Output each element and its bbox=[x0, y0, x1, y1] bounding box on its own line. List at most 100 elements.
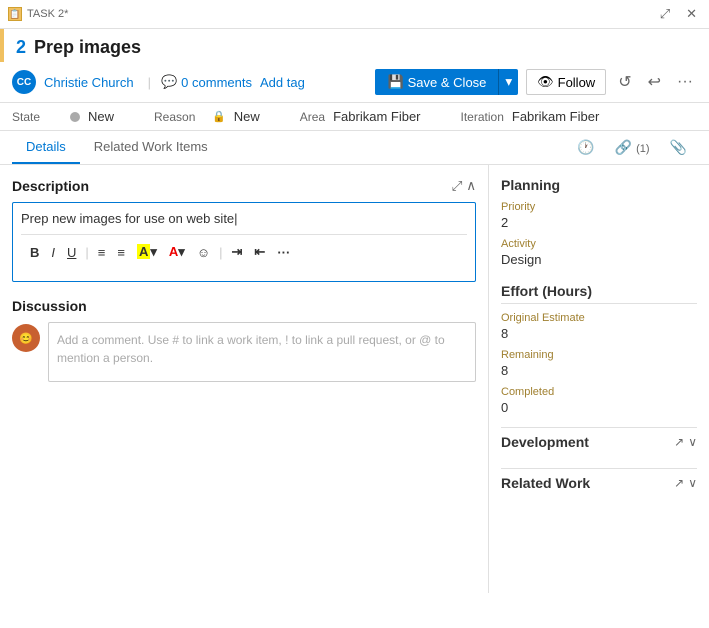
tab-history[interactable]: 🕐 bbox=[567, 131, 604, 164]
link-badge: (1) bbox=[636, 143, 649, 155]
emoji-button[interactable]: ☺ bbox=[192, 242, 215, 263]
activity-value[interactable]: Design bbox=[501, 252, 697, 267]
comments-button[interactable]: 💬 0 comments bbox=[161, 74, 252, 90]
effort-title: Effort (Hours) bbox=[501, 283, 697, 299]
task-title: Prep images bbox=[34, 37, 141, 58]
remaining-value[interactable]: 8 bbox=[501, 363, 697, 378]
priority-value[interactable]: 2 bbox=[501, 215, 697, 230]
tab-related-work-items[interactable]: Related Work Items bbox=[80, 131, 222, 164]
history-icon: 🕐 bbox=[577, 139, 594, 155]
reason-item: Reason 🔒 New bbox=[154, 109, 260, 124]
description-expand-button[interactable]: ⤢ bbox=[452, 178, 463, 194]
align-button[interactable]: ≡ bbox=[93, 242, 111, 263]
reason-label: Reason bbox=[154, 110, 204, 124]
description-box[interactable]: Prep new images for use on web site B I … bbox=[12, 202, 476, 282]
development-header[interactable]: Development ↗ ∨ bbox=[501, 427, 697, 456]
discussion-section: Discussion 😊 Add a comment. Use # to lin… bbox=[12, 298, 476, 382]
development-icons: ↗ ∨ bbox=[674, 435, 697, 449]
comment-icon: 💬 bbox=[161, 74, 177, 90]
development-collapse-icon: ∨ bbox=[688, 435, 697, 449]
effort-divider bbox=[501, 303, 697, 304]
highlight-button[interactable]: A▾ bbox=[132, 241, 162, 263]
close-button[interactable]: ✕ bbox=[682, 4, 701, 24]
bold-button[interactable]: B bbox=[25, 242, 44, 263]
comments-count: 0 comments bbox=[181, 75, 252, 90]
right-panel: Planning Priority 2 Activity Design Effo… bbox=[489, 165, 709, 593]
task-header: 2 Prep images bbox=[0, 29, 709, 62]
area-item: Area Fabrikam Fiber bbox=[300, 109, 421, 124]
completed-label: Completed bbox=[501, 386, 697, 398]
related-work-expand-icon: ↗ bbox=[674, 476, 684, 490]
discussion-input[interactable]: Add a comment. Use # to link a work item… bbox=[48, 322, 476, 382]
more-format-button[interactable]: ··· bbox=[272, 242, 295, 263]
related-work-section: Related Work ↗ ∨ bbox=[501, 468, 697, 497]
related-work-header[interactable]: Related Work ↗ ∨ bbox=[501, 468, 697, 497]
activity-label: Activity bbox=[501, 238, 697, 250]
development-title: Development bbox=[501, 434, 589, 450]
tabs: Details Related Work Items 🕐 🔗 (1) 📎 bbox=[0, 131, 709, 165]
eye-icon: 👁 bbox=[537, 74, 554, 90]
iteration-item: Iteration Fabrikam Fiber bbox=[461, 109, 600, 124]
title-bar-actions: ⤢ ✕ bbox=[656, 4, 701, 24]
follow-button[interactable]: 👁 Follow bbox=[526, 69, 606, 95]
task-title-row: 2 Prep images bbox=[16, 37, 697, 58]
save-icon: 💾 bbox=[387, 74, 403, 90]
state-dot bbox=[70, 112, 80, 122]
undo-button[interactable]: ↩ bbox=[644, 68, 665, 96]
iteration-value[interactable]: Fabrikam Fiber bbox=[512, 109, 599, 124]
list-button[interactable]: ≡ bbox=[112, 242, 130, 263]
description-header: Description ⤢ ∧ bbox=[12, 177, 476, 194]
add-tag-button[interactable]: Add tag bbox=[260, 75, 305, 90]
italic-button[interactable]: I bbox=[46, 242, 60, 263]
original-estimate-value[interactable]: 8 bbox=[501, 326, 697, 341]
related-work-icons: ↗ ∨ bbox=[674, 476, 697, 490]
discussion-avatar: 😊 bbox=[12, 324, 40, 352]
restore-button[interactable]: ⤢ bbox=[656, 4, 674, 24]
tab-details[interactable]: Details bbox=[12, 131, 80, 164]
priority-label: Priority bbox=[501, 201, 697, 213]
state-value[interactable]: New bbox=[88, 109, 114, 124]
tab-attachments[interactable]: 📎 bbox=[660, 131, 697, 164]
description-text[interactable]: Prep new images for use on web site bbox=[21, 211, 467, 226]
related-work-collapse-icon: ∨ bbox=[688, 476, 697, 490]
left-panel: Description ⤢ ∧ Prep new images for use … bbox=[0, 165, 489, 593]
effort-section: Effort (Hours) Original Estimate 8 Remai… bbox=[501, 283, 697, 415]
discussion-input-row: 😊 Add a comment. Use # to link a work it… bbox=[12, 322, 476, 382]
remaining-label: Remaining bbox=[501, 349, 697, 361]
reason-value[interactable]: New bbox=[234, 109, 260, 124]
avatar: CC bbox=[12, 70, 36, 94]
development-expand-icon: ↗ bbox=[674, 435, 684, 449]
area-label: Area bbox=[300, 110, 325, 124]
iteration-label: Iteration bbox=[461, 110, 504, 124]
area-value[interactable]: Fabrikam Fiber bbox=[333, 109, 420, 124]
discussion-title: Discussion bbox=[12, 298, 476, 314]
save-close-button[interactable]: 💾 Save & Close bbox=[375, 69, 498, 95]
development-section: Development ↗ ∨ bbox=[501, 427, 697, 456]
tab-links[interactable]: 🔗 (1) bbox=[605, 131, 660, 164]
font-color-button[interactable]: A▾ bbox=[164, 241, 190, 263]
link-icon: 🔗 bbox=[615, 139, 632, 155]
description-collapse-button[interactable]: ∧ bbox=[466, 178, 476, 194]
indent-left-button[interactable]: ⇤ bbox=[249, 241, 270, 263]
attachment-icon: 📎 bbox=[670, 139, 687, 155]
underline-button[interactable]: U bbox=[62, 242, 81, 263]
content-area: Description ⤢ ∧ Prep new images for use … bbox=[0, 165, 709, 593]
state-item: State New bbox=[12, 109, 114, 124]
more-button[interactable]: ··· bbox=[673, 69, 697, 95]
refresh-button[interactable]: ↺ bbox=[614, 68, 635, 96]
highlight-icon: A bbox=[137, 244, 150, 259]
save-close-group: 💾 Save & Close ▾ bbox=[375, 69, 518, 95]
indent-right-button[interactable]: ⇥ bbox=[227, 241, 248, 263]
state-label: State bbox=[12, 110, 62, 124]
save-close-dropdown-button[interactable]: ▾ bbox=[498, 69, 518, 95]
user-name[interactable]: Christie Church bbox=[44, 75, 134, 90]
formatting-toolbar: B I U | ≡ ≡ A▾ A▾ ☺ | ⇥ ⇤ ··· bbox=[21, 234, 467, 269]
description-title: Description bbox=[12, 178, 89, 194]
title-bar: 📋 TASK 2* ⤢ ✕ bbox=[0, 0, 709, 29]
related-work-title: Related Work bbox=[501, 475, 590, 491]
title-bar-label: TASK 2* bbox=[27, 8, 656, 20]
description-header-actions: ⤢ ∧ bbox=[452, 177, 476, 194]
toolbar: CC Christie Church | 💬 0 comments Add ta… bbox=[0, 62, 709, 103]
completed-value[interactable]: 0 bbox=[501, 400, 697, 415]
font-color-icon: A bbox=[169, 244, 178, 259]
